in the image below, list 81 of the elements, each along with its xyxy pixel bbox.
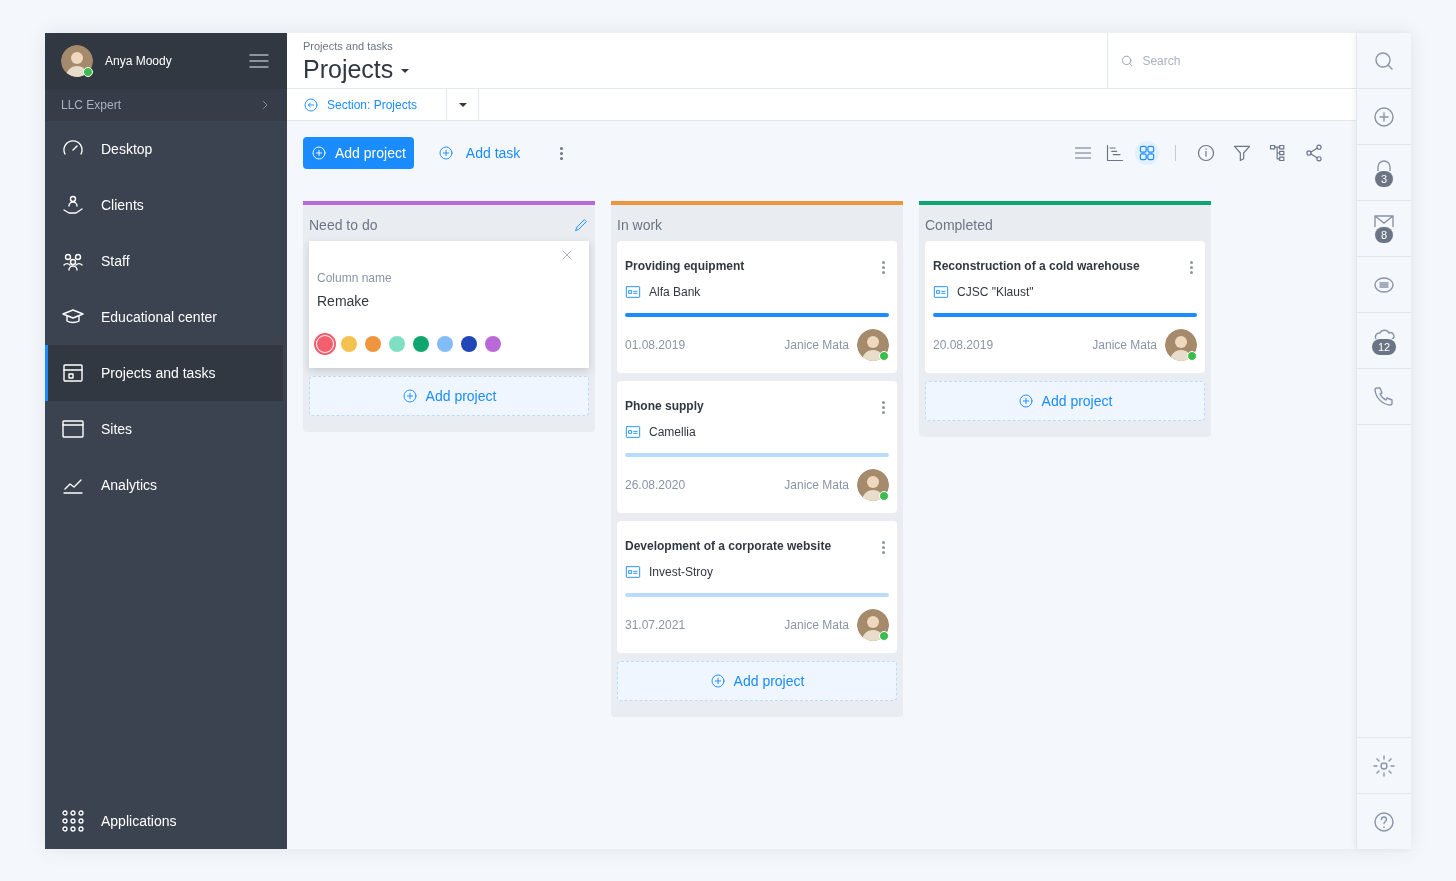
- due-date: 01.08.2019: [625, 337, 686, 354]
- column-title: Need to do: [309, 215, 378, 235]
- column-title: In work: [617, 215, 663, 235]
- mail-icon[interactable]: [1372, 214, 1396, 227]
- color-swatch[interactable]: [365, 336, 381, 352]
- avatar: [61, 45, 93, 77]
- client-card-icon: [625, 564, 641, 580]
- user-name: Anya Moody: [105, 53, 172, 70]
- info-icon[interactable]: [1196, 143, 1216, 163]
- project-title: Providing equipment: [625, 258, 745, 275]
- plus-circle-icon: [311, 145, 327, 161]
- client-card-icon: [933, 284, 949, 300]
- caret-icon[interactable]: [401, 68, 410, 73]
- back-icon: [303, 96, 319, 113]
- color-swatch[interactable]: [485, 336, 501, 352]
- projects-icon: [61, 361, 85, 385]
- due-date: 20.08.2019: [933, 337, 994, 354]
- count-badge: 3: [1374, 170, 1394, 187]
- assignee-name: Janice Mata: [784, 617, 849, 634]
- nav-item[interactable]: Analytics: [45, 457, 283, 513]
- nav-item[interactable]: Staff: [45, 233, 283, 289]
- hand-icon: [61, 193, 85, 217]
- nav-item[interactable]: Educational center: [45, 289, 283, 345]
- project-card[interactable]: Phone supply Camellia 26.08.2020 Janice Mata: [617, 381, 897, 513]
- color-swatch[interactable]: [341, 336, 357, 352]
- color-swatch[interactable]: [317, 336, 333, 352]
- nav-item[interactable]: Sites: [45, 401, 283, 457]
- assignee-name: Janice Mata: [784, 337, 849, 354]
- due-date: 26.08.2020: [625, 477, 686, 494]
- breadcrumb: Projects and tasks: [303, 39, 394, 55]
- project-card[interactable]: Development of a corporate website Invest-Stroy 31.07.2021 Janice Mata: [617, 521, 897, 653]
- nav-item[interactable]: Desktop: [45, 121, 283, 177]
- apps-grid-icon: [61, 809, 85, 833]
- cloud-icon[interactable]: [1372, 326, 1396, 339]
- project-title: Development of a corporate website: [625, 538, 832, 555]
- color-swatch[interactable]: [389, 336, 405, 352]
- color-swatch[interactable]: [461, 336, 477, 352]
- client-name: Invest-Stroy: [649, 564, 714, 581]
- applications-item[interactable]: Applications: [45, 793, 287, 849]
- project-title: Phone supply: [625, 398, 704, 415]
- avatar: [1165, 329, 1197, 361]
- client-name: Alfa Bank: [649, 284, 701, 301]
- kanban-view-icon[interactable]: [1135, 141, 1159, 165]
- share-icon[interactable]: [1304, 143, 1324, 163]
- count-badge: 12: [1371, 338, 1397, 355]
- column-name-field[interactable]: Remake: [317, 291, 581, 312]
- count-badge: 8: [1374, 226, 1394, 243]
- phone-icon[interactable]: [1372, 384, 1396, 409]
- settings-icon[interactable]: [1372, 753, 1396, 778]
- field-label: Column name: [317, 270, 393, 287]
- avatar: [857, 329, 889, 361]
- nav-item[interactable]: Projects and tasks: [45, 345, 283, 401]
- nav-item[interactable]: Clients: [45, 177, 283, 233]
- project-card[interactable]: Providing equipment Alfa Bank 01.08.2019 Janice Mata: [617, 241, 897, 373]
- plus-circle-icon: [401, 388, 418, 404]
- help-icon[interactable]: [1372, 809, 1396, 834]
- client-card-icon: [625, 424, 641, 440]
- more-icon[interactable]: [560, 146, 564, 160]
- column-title: Completed: [925, 215, 993, 235]
- page-title: Projects: [303, 54, 394, 83]
- client-card-icon: [625, 284, 641, 300]
- project-title: Reconstruction of a cold warehouse: [933, 258, 1140, 275]
- avatar: [857, 609, 889, 641]
- color-swatch[interactable]: [437, 336, 453, 352]
- browser-icon: [61, 417, 85, 441]
- due-date: 31.07.2021: [625, 617, 686, 634]
- plus-circle-icon: [709, 673, 726, 689]
- plus-circle-icon: [1017, 393, 1034, 409]
- plus-circle-icon: [437, 145, 454, 161]
- filter-icon[interactable]: [1232, 143, 1252, 163]
- color-swatch[interactable]: [413, 336, 429, 352]
- assignee-name: Janice Mata: [784, 477, 849, 494]
- client-name: CJSC "Klaust": [957, 284, 1034, 301]
- search-field[interactable]: Search: [1142, 51, 1344, 70]
- company-selector[interactable]: LLC Expert: [45, 89, 287, 121]
- pencil-icon[interactable]: [573, 217, 589, 233]
- assignee-name: Janice Mata: [1092, 337, 1157, 354]
- client-name: Camellia: [649, 424, 696, 441]
- avatar: [857, 469, 889, 501]
- add-icon[interactable]: [1372, 104, 1396, 129]
- project-card[interactable]: Reconstruction of a cold warehouse CJSC "Klaust" 20.08.2019 Janice Mata: [925, 241, 1205, 373]
